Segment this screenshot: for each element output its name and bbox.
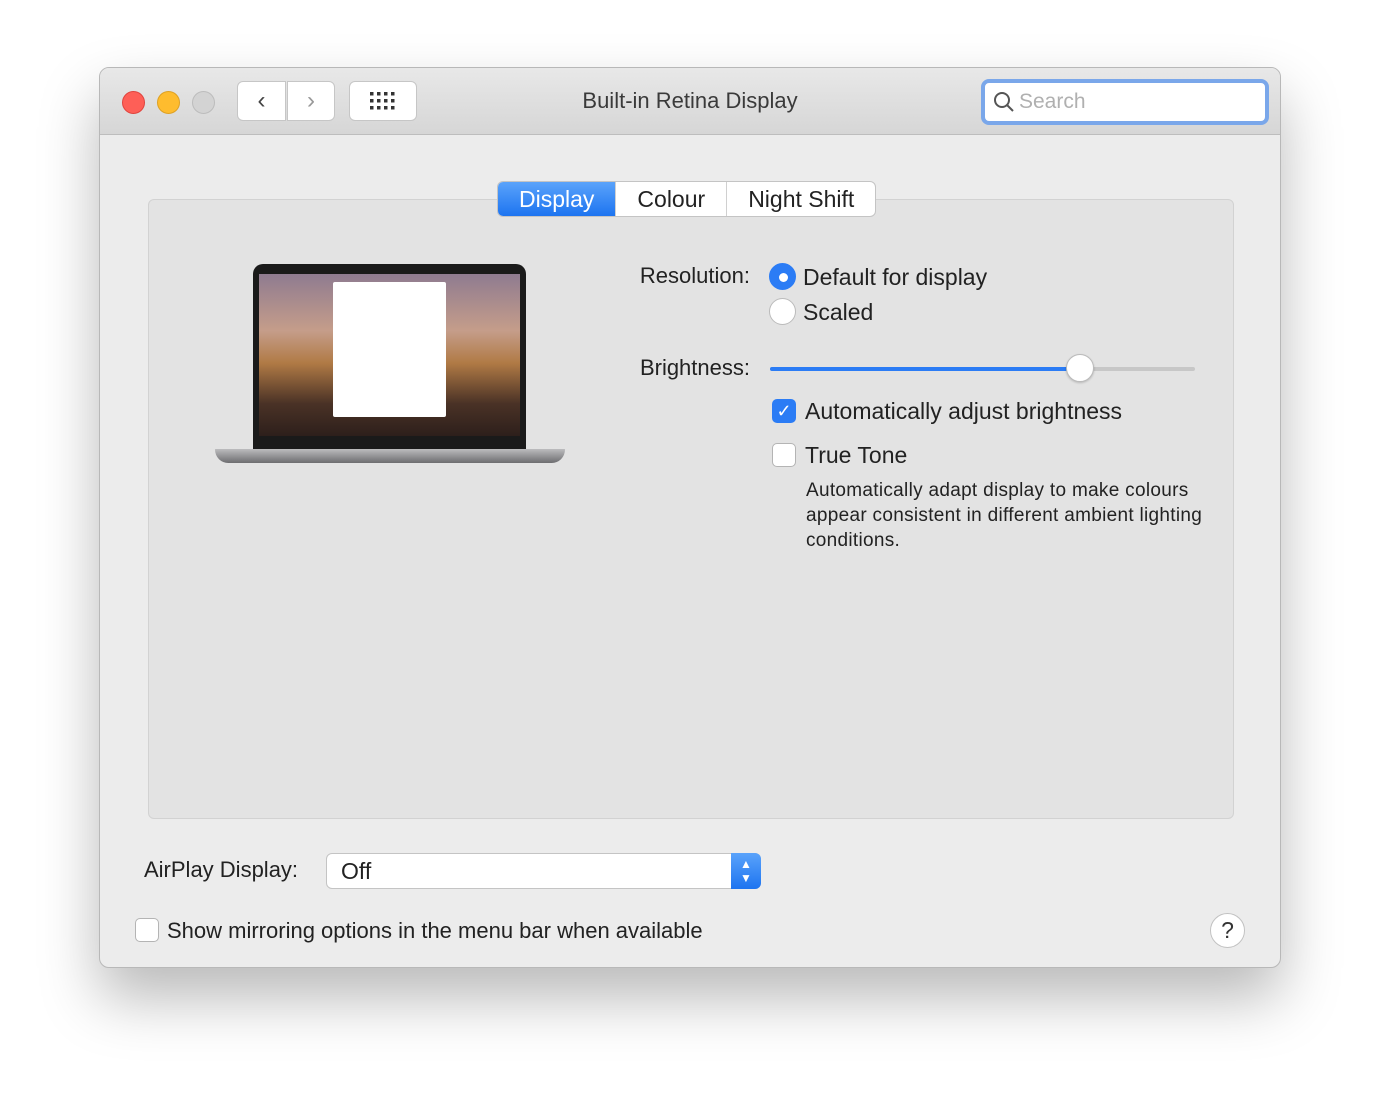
airplay-display-label: AirPlay Display:	[144, 857, 299, 882]
brightness-slider[interactable]	[770, 354, 1195, 382]
radio-scaled[interactable]	[769, 298, 796, 325]
search-input[interactable]	[1019, 90, 1259, 114]
title-bar: ‹ › Built-in Retina Display	[100, 68, 1280, 135]
search-icon	[994, 92, 1014, 112]
system-preferences-window: ‹ › Built-in Retina Display Display Colo…	[99, 67, 1281, 968]
radio-default-for-display[interactable]	[769, 263, 796, 290]
mirroring-checkbox[interactable]	[135, 918, 159, 942]
scaled-label: Scaled	[803, 299, 874, 325]
mirroring-label: Show mirroring options in the menu bar w…	[167, 918, 703, 943]
tab-night-shift[interactable]: Night Shift	[726, 182, 875, 216]
search-field[interactable]	[981, 79, 1269, 125]
brightness-label: Brightness:	[639, 355, 750, 380]
true-tone-label: True Tone	[805, 442, 908, 468]
true-tone-description: Automatically adapt display to make colo…	[806, 480, 1203, 551]
updown-chevron-icon: ▲ ▼	[731, 853, 761, 889]
help-button[interactable]: ?	[1210, 913, 1245, 948]
tab-colour[interactable]: Colour	[615, 182, 726, 216]
airplay-display-value: Off	[341, 858, 372, 884]
tab-display[interactable]: Display	[498, 182, 616, 216]
airplay-display-popup[interactable]: Off ▲ ▼	[326, 853, 761, 889]
brightness-slider-fill	[770, 367, 1081, 371]
tab-bar: Display Colour Night Shift	[497, 181, 877, 217]
default-for-display-label: Default for display	[803, 264, 988, 290]
auto-brightness-label: Automatically adjust brightness	[805, 398, 1123, 424]
true-tone-checkbox[interactable]	[772, 443, 796, 467]
auto-brightness-checkbox[interactable]: ✓	[772, 399, 796, 423]
resolution-label: Resolution:	[639, 263, 750, 288]
macbook-image	[215, 264, 565, 474]
